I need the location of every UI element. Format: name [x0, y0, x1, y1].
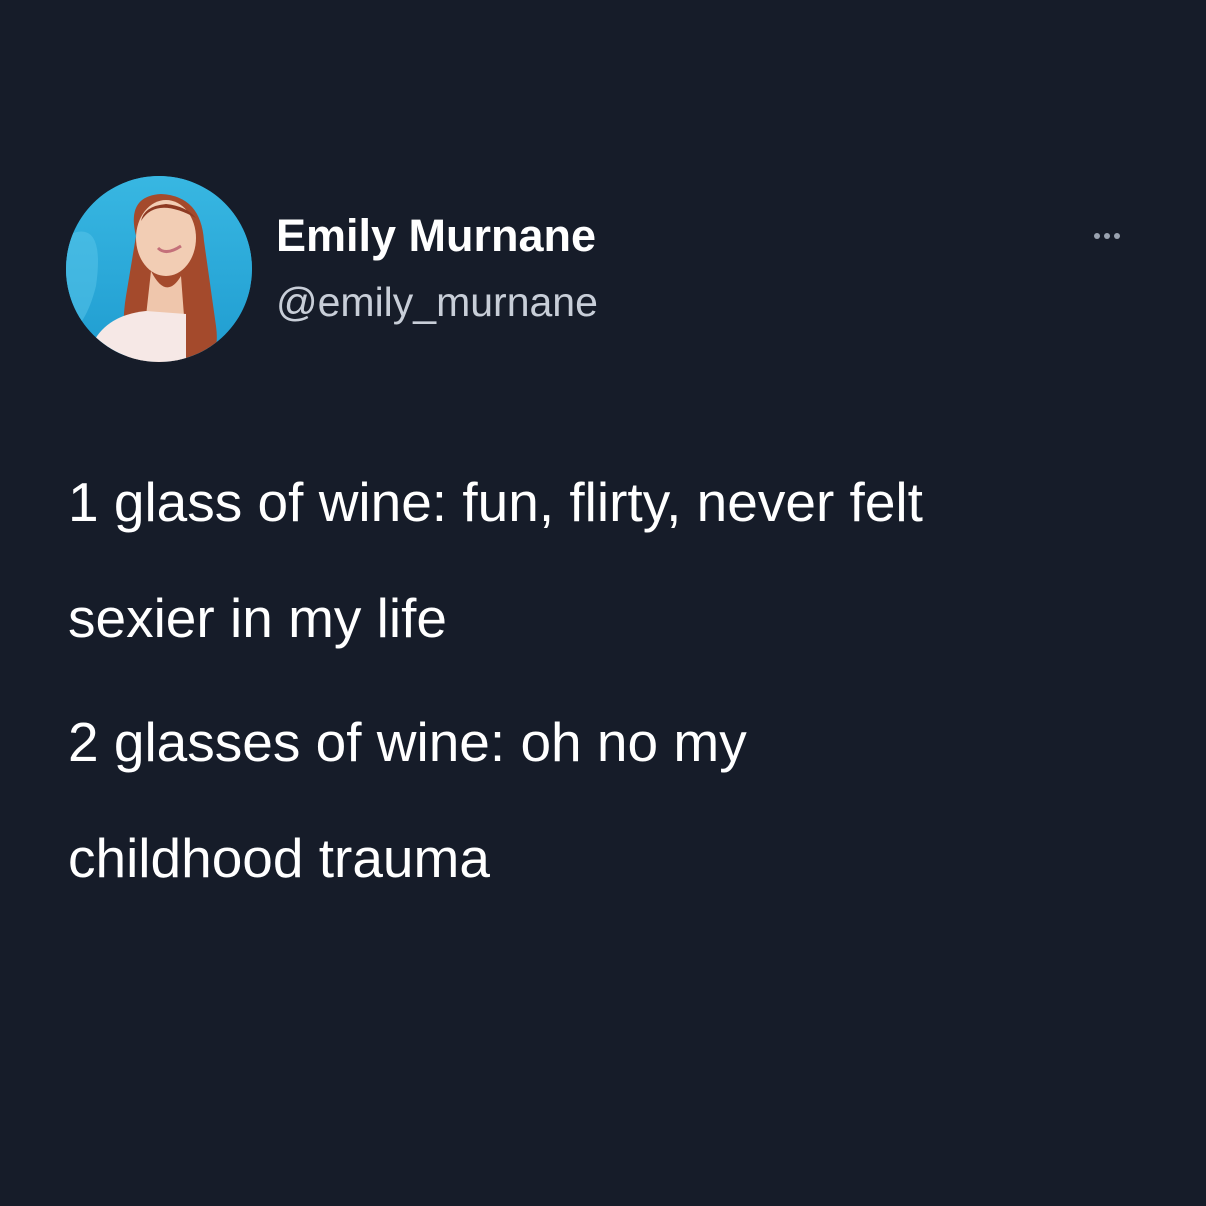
tweet-line: sexier in my life: [68, 587, 447, 649]
ellipsis-icon: [1104, 233, 1110, 239]
tweet-line: 1 glass of wine: fun, flirty, never felt: [68, 471, 923, 533]
ellipsis-icon: [1094, 233, 1100, 239]
ellipsis-icon: [1114, 233, 1120, 239]
tweet-card: Emily Murnane @emily_murnane 1 glass of …: [0, 0, 1206, 1206]
tweet-text: 1 glass of wine: fun, flirty, never felt…: [68, 444, 1148, 916]
profile-avatar[interactable]: [66, 176, 252, 362]
tweet-line: childhood trauma: [68, 827, 490, 889]
author-display-name[interactable]: Emily Murnane: [276, 208, 596, 264]
profile-photo-icon: [66, 176, 252, 362]
more-options-button[interactable]: [1084, 224, 1130, 248]
author-handle[interactable]: @emily_murnane: [276, 276, 598, 328]
tweet-line: 2 glasses of wine: oh no my: [68, 711, 747, 773]
